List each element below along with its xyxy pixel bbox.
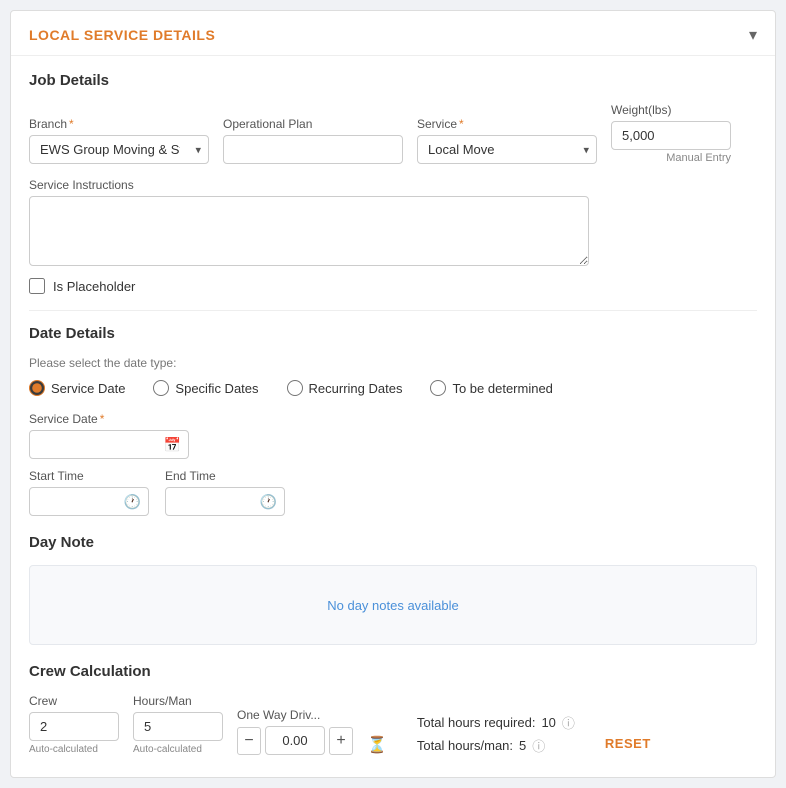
service-date-label: Service Date*: [29, 412, 189, 426]
branch-select-wrapper: EWS Group Moving & St... ▾: [29, 135, 209, 164]
date-type-radio-row: Service Date Specific Dates Recurring Da…: [29, 380, 757, 396]
hours-man-label: Hours/Man: [133, 694, 223, 708]
service-date-row: Service Date* 📅: [29, 412, 757, 459]
hourglass-icon: ⏳: [367, 735, 387, 755]
total-hours-man-value: 5: [519, 738, 526, 753]
one-way-controls: − +: [237, 726, 353, 755]
hours-man-auto-calculated: Auto-calculated: [133, 744, 223, 755]
radio-service-date-label: Service Date: [51, 381, 125, 396]
total-hours-man-info-icon[interactable]: ⓘ: [532, 736, 545, 755]
day-note-title: Day Note: [29, 534, 757, 551]
day-note-area: No day notes available: [29, 565, 757, 645]
hours-man-group: Hours/Man Auto-calculated: [133, 694, 223, 755]
local-service-details-card: LOCAL SERVICE DETAILS ▾ Job Details Bran…: [10, 10, 776, 778]
end-time-input[interactable]: [165, 487, 285, 516]
job-details-title: Job Details: [29, 72, 757, 89]
one-way-plus-button[interactable]: +: [329, 727, 353, 755]
manual-entry-label: Manual Entry: [611, 152, 731, 164]
service-instructions-label: Service Instructions: [29, 178, 757, 192]
card-body: Job Details Branch* EWS Group Moving & S…: [11, 56, 775, 777]
hours-man-input[interactable]: [133, 712, 223, 741]
end-time-group: End Time 🕐: [165, 469, 285, 516]
reset-button[interactable]: RESET: [597, 732, 659, 755]
date-type-prompt: Please select the date type:: [29, 356, 757, 370]
weight-label: Weight(lbs): [611, 103, 731, 117]
radio-recurring-dates-input[interactable]: [287, 380, 303, 396]
weight-group: Weight(lbs) Manual Entry: [611, 103, 731, 164]
one-way-input[interactable]: [265, 726, 325, 755]
end-time-input-wrapper: 🕐: [165, 487, 285, 516]
one-way-minus-button[interactable]: −: [237, 727, 261, 755]
radio-recurring-dates-label: Recurring Dates: [309, 381, 403, 396]
radio-to-be-determined-label: To be determined: [452, 381, 552, 396]
time-fields-row: Start Time 🕐 End Time 🕐: [29, 469, 757, 516]
radio-service-date[interactable]: Service Date: [29, 380, 125, 396]
start-time-group: Start Time 🕐: [29, 469, 149, 516]
radio-to-be-determined-input[interactable]: [430, 380, 446, 396]
radio-specific-dates-label: Specific Dates: [175, 381, 258, 396]
radio-specific-dates[interactable]: Specific Dates: [153, 380, 258, 396]
service-label: Service*: [417, 117, 597, 131]
end-time-label: End Time: [165, 469, 285, 483]
is-placeholder-checkbox[interactable]: [29, 278, 45, 294]
start-time-label: Start Time: [29, 469, 149, 483]
service-group: Service* Local Move ▾: [417, 117, 597, 164]
is-placeholder-label: Is Placeholder: [53, 279, 135, 294]
start-time-input[interactable]: [29, 487, 149, 516]
branch-select[interactable]: EWS Group Moving & St...: [29, 135, 209, 164]
total-hours-info-icon[interactable]: ⓘ: [562, 713, 575, 732]
card-title: LOCAL SERVICE DETAILS: [29, 27, 215, 43]
total-hours-man-row: Total hours/man: 5 ⓘ: [417, 736, 575, 755]
total-hours-row: Total hours required: 10 ⓘ: [417, 713, 575, 732]
branch-group: Branch* EWS Group Moving & St... ▾: [29, 117, 209, 164]
operational-plan-label: Operational Plan: [223, 117, 403, 131]
date-details-title: Date Details: [29, 325, 757, 342]
crew-calculation-title: Crew Calculation: [29, 663, 757, 680]
divider: [29, 310, 757, 311]
service-date-input[interactable]: [29, 430, 189, 459]
service-date-input-wrapper: 📅: [29, 430, 189, 459]
day-note-empty-message: No day notes available: [327, 598, 459, 613]
job-details-row: Branch* EWS Group Moving & St... ▾ Opera…: [29, 103, 757, 164]
card-header: LOCAL SERVICE DETAILS ▾: [11, 11, 775, 56]
total-hours-value: 10: [541, 715, 555, 730]
radio-to-be-determined[interactable]: To be determined: [430, 380, 552, 396]
service-select-wrapper: Local Move ▾: [417, 135, 597, 164]
radio-service-date-input[interactable]: [29, 380, 45, 396]
operational-plan-input[interactable]: [223, 135, 403, 164]
service-instructions-textarea[interactable]: [29, 196, 589, 266]
start-time-input-wrapper: 🕐: [29, 487, 149, 516]
crew-label: Crew: [29, 694, 119, 708]
total-hours-man-label: Total hours/man:: [417, 738, 513, 753]
totals-group: Total hours required: 10 ⓘ Total hours/m…: [417, 713, 575, 755]
radio-recurring-dates[interactable]: Recurring Dates: [287, 380, 403, 396]
service-instructions-group: Service Instructions: [29, 178, 757, 266]
weight-input[interactable]: [611, 121, 731, 150]
crew-group: Crew Auto-calculated: [29, 694, 119, 755]
operational-plan-group: Operational Plan: [223, 117, 403, 164]
branch-label: Branch*: [29, 117, 209, 131]
is-placeholder-row: Is Placeholder: [29, 278, 757, 294]
total-hours-label: Total hours required:: [417, 715, 536, 730]
service-date-group: Service Date* 📅: [29, 412, 189, 459]
radio-specific-dates-input[interactable]: [153, 380, 169, 396]
crew-input[interactable]: [29, 712, 119, 741]
crew-row: Crew Auto-calculated Hours/Man Auto-calc…: [29, 694, 757, 755]
service-select[interactable]: Local Move: [417, 135, 597, 164]
collapse-icon[interactable]: ▾: [749, 25, 757, 45]
one-way-label: One Way Driv...: [237, 708, 353, 722]
crew-auto-calculated: Auto-calculated: [29, 744, 119, 755]
